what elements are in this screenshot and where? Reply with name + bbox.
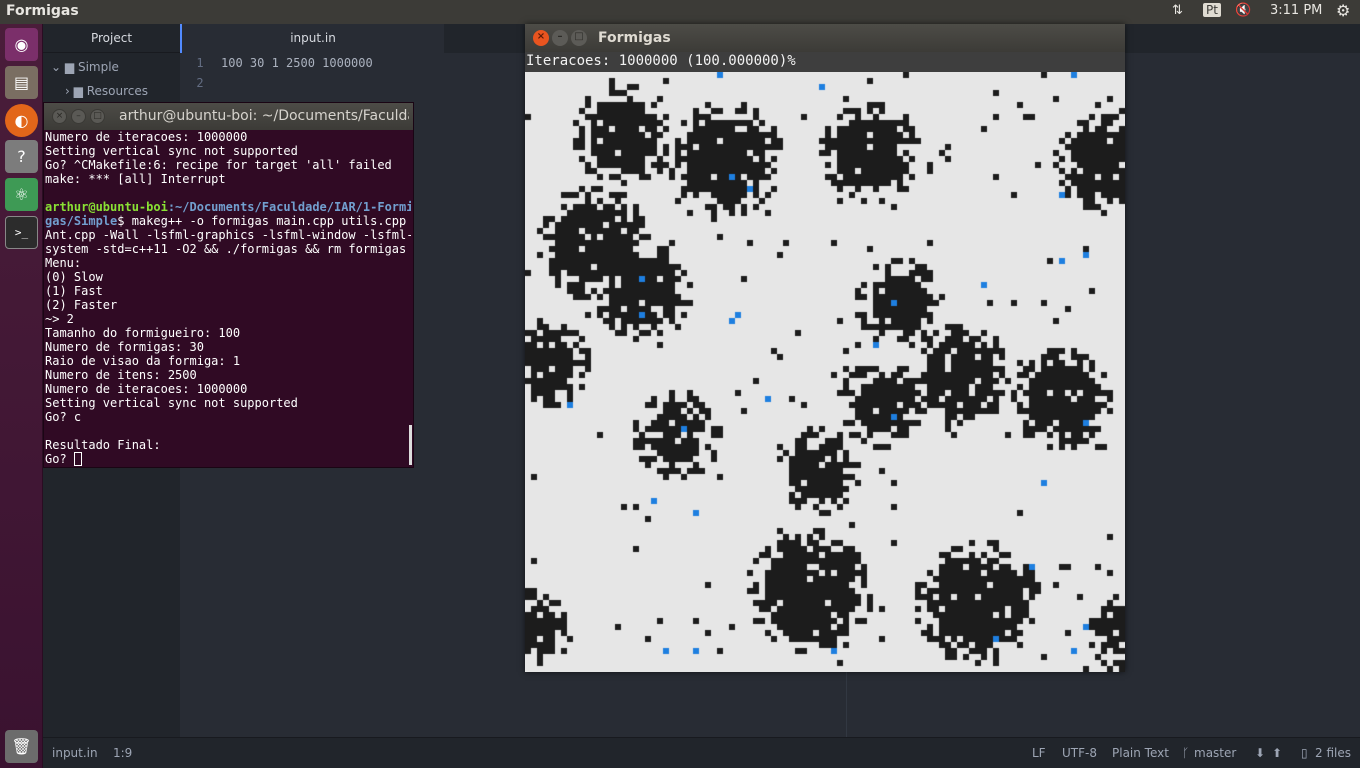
folder-icon: ▆ (73, 84, 83, 98)
tree-folder-resources[interactable]: › ▆ Resources (43, 81, 180, 101)
terminal-icon[interactable]: >_ (5, 216, 38, 249)
prompt-path: :~/Documents/Faculdade/IAR/1-Formi (167, 200, 411, 214)
launcher: ◉ ▤ ◐ ? ⚛ >_ 🗑 (0, 24, 43, 768)
maximize-icon[interactable]: □ (90, 109, 105, 124)
git-pull-icon[interactable]: ⬇ (1255, 746, 1265, 760)
terminal-line: Numero de iteracoes: 1000000 (45, 130, 248, 144)
terminal-window[interactable]: × – □ arthur@ubuntu-boi: ~/Documents/Fac… (43, 102, 414, 468)
network-icon[interactable]: ⇅ (1172, 3, 1183, 18)
terminal-line: (2) Faster (45, 298, 118, 312)
git-push-icon[interactable]: ⬆ (1272, 746, 1282, 760)
terminal-line: Resultado Final: (45, 438, 161, 452)
terminal-prompt: Go? (45, 452, 74, 466)
terminal-line: Go? c (45, 410, 82, 424)
terminal-cursor (73, 452, 82, 466)
tree-folder-simple[interactable]: ⌄ ▆ Simple (43, 53, 180, 81)
folder-icon: ▆ (64, 60, 75, 74)
minimize-icon[interactable]: – (552, 30, 568, 46)
status-files[interactable]: 2 files (1315, 746, 1351, 760)
chevron-right-icon: › (65, 84, 70, 98)
tree-folder-label: Resources (86, 84, 148, 98)
terminal-line: (0) Slow (45, 270, 103, 284)
git-branch-icon: ᚴ (1182, 746, 1190, 760)
line-number: 2 (196, 76, 204, 90)
terminal-line: Ant.cpp -Wall -lsfml-graphics -lsfml-win… (45, 228, 411, 242)
status-encoding[interactable]: UTF-8 (1062, 746, 1097, 760)
status-file[interactable]: input.in (52, 746, 98, 760)
gear-icon[interactable]: ⚙ (1336, 1, 1350, 20)
keyboard-layout-indicator[interactable]: Pt (1203, 3, 1221, 17)
formigas-window[interactable]: × – □ Formigas Iteracoes: 1000000 (100.0… (525, 24, 1125, 672)
terminal-line: Tamanho do formigueiro: 100 (45, 326, 241, 340)
code-line[interactable]: 100 30 1 2500 1000000 (221, 56, 373, 70)
formigas-title: Formigas (598, 30, 671, 46)
status-line-ending[interactable]: LF (1032, 746, 1046, 760)
terminal-title: arthur@ubuntu-boi: ~/Documents/Faculdade… (119, 108, 409, 124)
volume-muted-icon[interactable]: 🔇 (1235, 3, 1251, 18)
terminal-line: Numero de formigas: 30 (45, 340, 204, 354)
top-panel: Formigas ⇅ Pt 🔇 3:11 PM ⚙ (0, 0, 1360, 24)
maximize-icon[interactable]: □ (571, 30, 587, 46)
terminal-line: make: *** [all] Interrupt (45, 172, 226, 186)
chevron-down-icon: ⌄ (51, 60, 62, 74)
prompt-user: arthur@ubuntu-boi (45, 200, 168, 214)
terminal-line: (1) Fast (45, 284, 103, 298)
terminal-line: Setting vertical sync not supported (45, 144, 298, 158)
trash-icon[interactable]: 🗑 (5, 730, 38, 763)
ubuntu-dash-icon[interactable]: ◉ (5, 28, 38, 61)
tree-folder-label: Simple (77, 60, 119, 74)
terminal-scrollbar[interactable] (409, 425, 412, 465)
firefox-icon[interactable]: ◐ (5, 104, 38, 137)
terminal-line: Go? ^CMakefile:6: recipe for target 'all… (45, 158, 392, 172)
terminal-line: Numero de itens: 2500 (45, 368, 197, 382)
file-icon: ▯ (1301, 746, 1308, 760)
status-branch[interactable]: master (1194, 746, 1236, 760)
iterations-bar: Iteracoes: 1000000 (100.000000)% (525, 52, 1125, 72)
terminal-line: Raio de visao da formiga: 1 (45, 354, 241, 368)
minimize-icon[interactable]: – (71, 109, 86, 124)
terminal-output[interactable]: Numero de iteracoes: 1000000 Setting ver… (45, 130, 411, 467)
prompt-command: $ makeg++ -o formigas main.cpp utils.cpp (117, 214, 407, 228)
status-bar: input.in 1:9 LF UTF-8 Plain Text ᚴ maste… (43, 737, 1360, 768)
terminal-line: Setting vertical sync not supported (45, 396, 298, 410)
status-cursor-position[interactable]: 1:9 (113, 746, 132, 760)
terminal-titlebar[interactable]: × – □ arthur@ubuntu-boi: ~/Documents/Fac… (44, 103, 413, 130)
line-number: 1 (196, 56, 204, 70)
formigas-titlebar[interactable]: × – □ Formigas (525, 24, 1125, 52)
clock[interactable]: 3:11 PM (1270, 3, 1322, 18)
app-title: Formigas (6, 3, 79, 19)
files-icon[interactable]: ▤ (5, 66, 38, 99)
project-tab[interactable]: Project (43, 24, 180, 53)
close-icon[interactable]: × (533, 30, 549, 46)
tab-input-in[interactable]: input.in (180, 24, 444, 53)
terminal-line: Numero de iteracoes: 1000000 (45, 382, 248, 396)
ant-colony-grid[interactable] (525, 72, 1125, 672)
terminal-line: Menu: (45, 256, 82, 270)
terminal-line: system -std=c++11 -O2 && ./formigas && r… (45, 242, 407, 256)
help-icon[interactable]: ? (5, 140, 38, 173)
close-icon[interactable]: × (52, 109, 67, 124)
status-grammar[interactable]: Plain Text (1112, 746, 1169, 760)
iterations-text: Iteracoes: 1000000 (100.000000)% (526, 53, 796, 69)
terminal-line: ~> 2 (45, 312, 74, 326)
atom-icon[interactable]: ⚛ (5, 178, 38, 211)
prompt-path: gas/Simple (45, 214, 118, 228)
